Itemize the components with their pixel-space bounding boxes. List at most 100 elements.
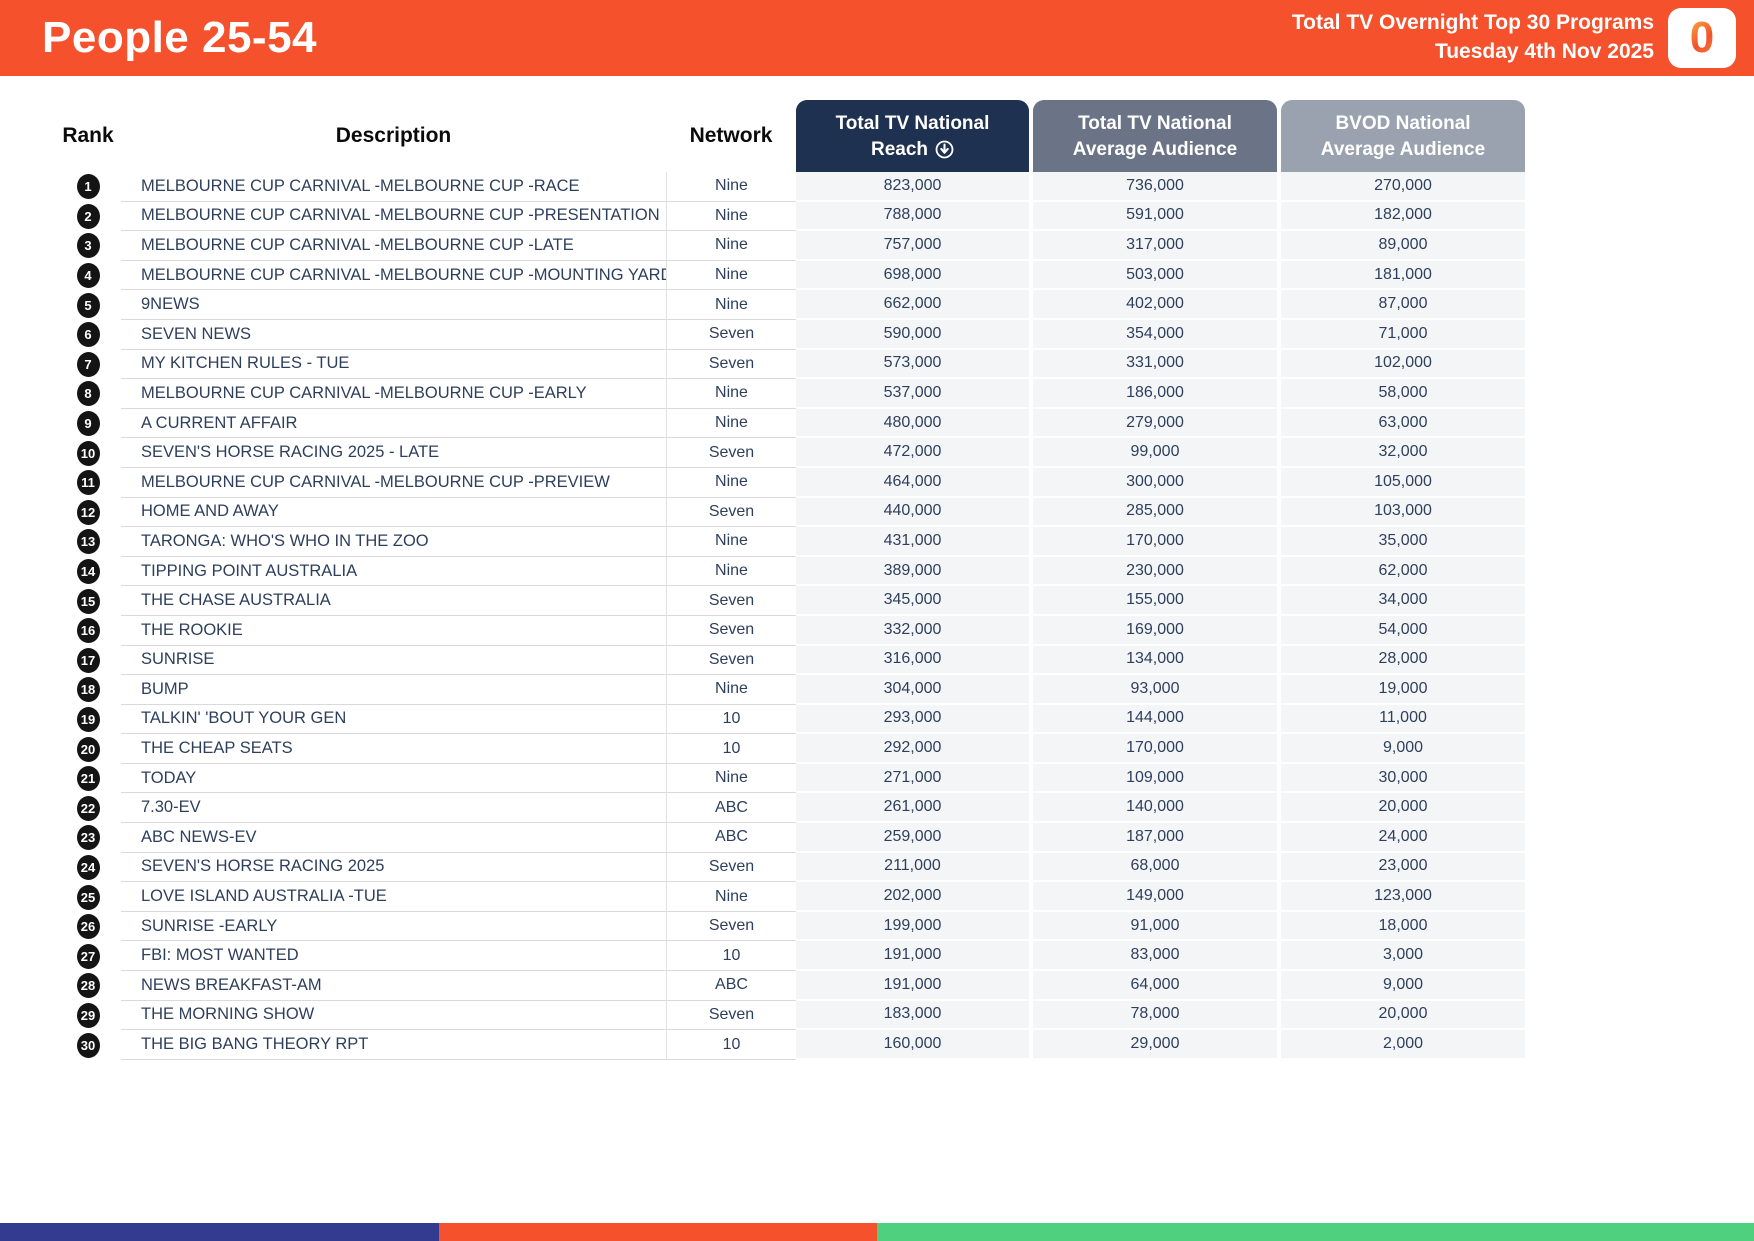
network-cell: 10	[666, 941, 796, 972]
table-row: 16 THE ROOKIE Seven 332,000 169,000 54,0…	[55, 615, 1754, 646]
bvod-average-cell: 89,000	[1281, 231, 1525, 261]
rank-badge: 7	[76, 351, 100, 377]
bvod-average-cell: 182,000	[1281, 201, 1525, 232]
description-cell: SUNRISE	[121, 646, 666, 676]
rank-cell: 15	[55, 586, 121, 616]
rank-badge: 17	[76, 647, 100, 673]
bvod-average-cell: 62,000	[1281, 556, 1525, 587]
oztam-logo: 0	[1668, 8, 1736, 68]
footer-bar-blue-segment	[0, 1223, 439, 1241]
network-cell: Seven	[666, 497, 796, 528]
rank-cell: 4	[55, 261, 121, 291]
report-date: Tuesday 4th Nov 2025	[1434, 40, 1654, 63]
description-cell: SEVEN'S HORSE RACING 2025 - LATE	[121, 438, 666, 468]
network-cell: Seven	[666, 852, 796, 883]
sort-descending-icon	[935, 140, 954, 159]
rank-badge: 25	[76, 884, 100, 910]
bvod-average-cell: 103,000	[1281, 497, 1525, 528]
rank-cell: 28	[55, 971, 121, 1001]
rank-badge: 23	[76, 825, 100, 851]
page-title: People 25-54	[42, 13, 318, 62]
network-cell: Seven	[666, 438, 796, 468]
network-cell: 10	[666, 704, 796, 735]
bvod-average-cell: 123,000	[1281, 882, 1525, 912]
description-cell: THE BIG BANG THEORY RPT	[121, 1030, 666, 1060]
bvod-average-cell: 11,000	[1281, 704, 1525, 735]
network-cell: Seven	[666, 349, 796, 380]
bvod-average-cell: 35,000	[1281, 527, 1525, 557]
rank-cell: 18	[55, 675, 121, 705]
column-header-total-tv-average[interactable]: Total TV National Average Audience	[1033, 100, 1277, 172]
network-cell: Nine	[666, 379, 796, 409]
rank-cell: 24	[55, 853, 121, 883]
column-header-rank: Rank	[62, 124, 114, 147]
rank-cell: 1	[55, 172, 121, 202]
total-tv-reach-cell: 472,000	[796, 438, 1029, 468]
rank-badge: 2	[76, 203, 100, 229]
network-cell: Nine	[666, 260, 796, 291]
bvod-average-cell: 20,000	[1281, 793, 1525, 824]
rank-badge: 10	[76, 440, 100, 466]
table-row: 27 FBI: MOST WANTED 10 191,000 83,000 3,…	[55, 941, 1754, 972]
description-cell: MY KITCHEN RULES - TUE	[121, 350, 666, 380]
total-tv-average-cell: 331,000	[1033, 349, 1277, 380]
table-row: 9 A CURRENT AFFAIR Nine 480,000 279,000 …	[55, 408, 1754, 439]
total-tv-reach-cell: 480,000	[796, 408, 1029, 439]
bvod-average-cell: 54,000	[1281, 615, 1525, 646]
total-tv-average-cell: 140,000	[1033, 793, 1277, 824]
rank-cell: 8	[55, 379, 121, 409]
description-cell: 9NEWS	[121, 290, 666, 320]
total-tv-reach-cell: 332,000	[796, 615, 1029, 646]
network-cell: Seven	[666, 1000, 796, 1031]
table-header-row: Rank Description Network Total TV Nation…	[55, 100, 1754, 172]
total-tv-average-cell: 230,000	[1033, 556, 1277, 587]
footer-color-bar	[0, 1223, 1754, 1241]
total-tv-average-cell: 279,000	[1033, 408, 1277, 439]
rank-cell: 12	[55, 498, 121, 528]
total-tv-average-cell: 83,000	[1033, 941, 1277, 972]
table-row: 29 THE MORNING SHOW Seven 183,000 78,000…	[55, 1000, 1754, 1031]
description-cell: MELBOURNE CUP CARNIVAL -MELBOURNE CUP -P…	[121, 468, 666, 498]
network-cell: Nine	[666, 231, 796, 261]
network-cell: Nine	[666, 290, 796, 320]
description-cell: TARONGA: WHO'S WHO IN THE ZOO	[121, 527, 666, 557]
total-tv-reach-cell: 261,000	[796, 793, 1029, 824]
rank-badge: 14	[76, 559, 100, 585]
table-row: 25 LOVE ISLAND AUSTRALIA -TUE Nine 202,0…	[55, 882, 1754, 912]
rank-cell: 21	[55, 764, 121, 794]
description-cell: SEVEN'S HORSE RACING 2025	[121, 853, 666, 883]
description-cell: MELBOURNE CUP CARNIVAL -MELBOURNE CUP -P…	[121, 202, 666, 232]
rank-cell: 20	[55, 734, 121, 764]
total-tv-average-cell: 170,000	[1033, 734, 1277, 764]
column-header-total-tv-reach[interactable]: Total TV National Reach	[796, 100, 1029, 172]
total-tv-average-cell: 354,000	[1033, 319, 1277, 350]
table-row: 20 THE CHEAP SEATS 10 292,000 170,000 9,…	[55, 734, 1754, 764]
table-row: 18 BUMP Nine 304,000 93,000 19,000	[55, 675, 1754, 705]
total-tv-reach-cell: 211,000	[796, 852, 1029, 883]
rank-badge: 28	[76, 973, 100, 999]
network-cell: Nine	[666, 675, 796, 705]
column-header-network: Network	[689, 124, 773, 147]
column-header-bvod-average[interactable]: BVOD National Average Audience	[1281, 100, 1525, 172]
description-cell: NEWS BREAKFAST-AM	[121, 971, 666, 1001]
rank-cell: 14	[55, 557, 121, 587]
total-tv-average-cell: 300,000	[1033, 467, 1277, 498]
rank-cell: 17	[55, 646, 121, 676]
total-tv-reach-cell: 316,000	[796, 645, 1029, 676]
total-tv-reach-cell: 389,000	[796, 556, 1029, 587]
description-cell: A CURRENT AFFAIR	[121, 409, 666, 439]
network-cell: 10	[666, 734, 796, 764]
bvod-average-cell: 71,000	[1281, 319, 1525, 350]
rank-badge: 22	[76, 795, 100, 821]
bvod-header-line2: Average Audience	[1320, 139, 1486, 160]
table-row: 26 SUNRISE -EARLY Seven 199,000 91,000 1…	[55, 911, 1754, 942]
banner-right: Total TV Overnight Top 30 Programs Tuesd…	[1292, 8, 1736, 68]
table-row: 17 SUNRISE Seven 316,000 134,000 28,000	[55, 645, 1754, 676]
network-cell: ABC	[666, 793, 796, 824]
bvod-average-cell: 19,000	[1281, 675, 1525, 705]
network-cell: Seven	[666, 586, 796, 616]
bvod-average-cell: 63,000	[1281, 408, 1525, 439]
total-tv-reach-cell: 191,000	[796, 941, 1029, 972]
report-subtitle: Total TV Overnight Top 30 Programs Tuesd…	[1292, 9, 1654, 67]
table-row: 30 THE BIG BANG THEORY RPT 10 160,000 29…	[55, 1030, 1754, 1060]
